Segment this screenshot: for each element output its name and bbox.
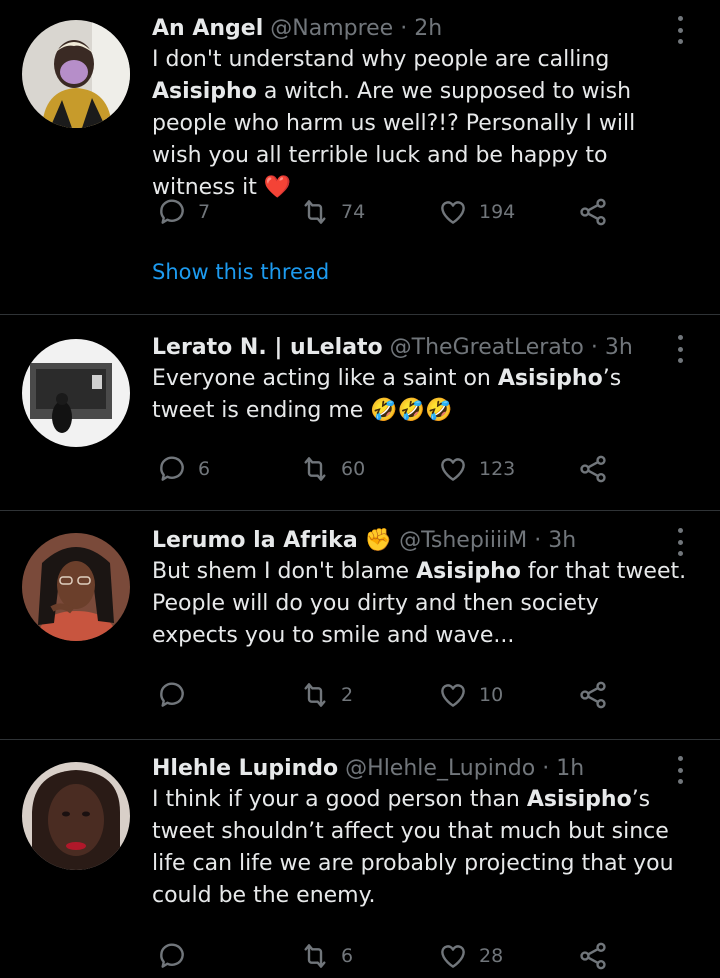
tweet-text: Everyone acting like a saint on Asisipho… (152, 363, 690, 427)
reply-icon (160, 943, 184, 968)
show-thread-link[interactable]: Show this thread (152, 260, 329, 284)
laughing-emoji: 🤣🤣🤣 (370, 398, 453, 423)
heart-icon (441, 684, 465, 707)
separator-dot: · (534, 528, 542, 553)
tweet-actions: 2 10 (152, 677, 622, 713)
timestamp[interactable]: 1h (556, 756, 584, 781)
avatar[interactable] (22, 762, 130, 870)
share-icon (580, 942, 606, 970)
tweet-header: Hlehle Lupindo @Hlehle_Lupindo · 1h (152, 754, 690, 784)
retweet-icon (304, 944, 326, 968)
tweet[interactable]: Hlehle Lupindo @Hlehle_Lupindo · 1h I th… (0, 740, 720, 978)
reply-button[interactable] (156, 677, 198, 713)
tweet-text: But shem I don't blame Asisipho for that… (152, 556, 690, 652)
avatar[interactable] (22, 339, 130, 447)
like-count: 10 (479, 684, 504, 706)
tweet-header: Lerumo la Afrika ✊ @TshepiiiiM · 3h (152, 526, 690, 556)
tweet-text-part: I don't understand why people are callin… (152, 47, 610, 72)
tweet[interactable]: An Angel @Nampree · 2h I don't understan… (0, 0, 720, 315)
separator-dot: · (590, 335, 598, 360)
tweet-actions: 6 60 123 (152, 451, 622, 487)
timestamp[interactable]: 3h (548, 528, 576, 553)
timestamp[interactable]: 3h (605, 335, 633, 360)
heart-icon (441, 945, 465, 968)
retweet-count: 2 (341, 684, 354, 706)
like-button[interactable]: 10 (437, 677, 503, 713)
separator-dot: · (400, 16, 408, 41)
raised-fist-emoji: ✊ (364, 528, 393, 553)
heart-icon (441, 201, 465, 224)
reply-count: 7 (198, 201, 211, 223)
reply-icon (160, 199, 184, 224)
share-button[interactable] (577, 194, 609, 230)
retweet-button[interactable]: 74 (299, 194, 365, 230)
retweet-icon (304, 683, 326, 707)
tweet-text: I think if your a good person than Asisi… (152, 784, 690, 912)
retweet-button[interactable]: 2 (299, 677, 353, 713)
like-count: 123 (479, 458, 516, 480)
like-count: 28 (479, 945, 504, 967)
retweet-count: 60 (341, 458, 366, 480)
more-options-icon[interactable] (670, 756, 690, 784)
more-options-icon[interactable] (670, 528, 690, 556)
retweet-count: 6 (341, 945, 354, 967)
author-handle[interactable]: @Hlehle_Lupindo (345, 756, 535, 781)
like-count: 194 (479, 201, 516, 223)
retweet-count: 74 (341, 201, 366, 223)
highlighted-keyword: Asisipho (526, 787, 632, 812)
tweet-header: An Angel @Nampree · 2h (152, 14, 690, 44)
author-name[interactable]: An Angel (152, 16, 263, 41)
retweet-button[interactable]: 6 (299, 938, 353, 974)
author-handle[interactable]: @TheGreatLerato (390, 335, 584, 360)
tweet[interactable]: Lerumo la Afrika ✊ @TshepiiiiM · 3h But … (0, 511, 720, 740)
author-handle[interactable]: @Nampree (270, 16, 393, 41)
reply-button[interactable] (156, 938, 198, 974)
share-icon (580, 455, 606, 483)
heart-icon (441, 458, 465, 481)
like-button[interactable]: 123 (437, 451, 515, 487)
more-options-icon[interactable] (670, 335, 690, 363)
share-icon (580, 681, 606, 709)
author-name[interactable]: Hlehle Lupindo (152, 756, 338, 781)
reply-button[interactable]: 7 (156, 194, 210, 230)
tweet[interactable]: Lerato N. | uLelato @TheGreatLerato · 3h… (0, 315, 720, 511)
timestamp[interactable]: 2h (414, 16, 442, 41)
share-button[interactable] (577, 677, 609, 713)
avatar[interactable] (22, 20, 130, 128)
share-icon (580, 198, 606, 226)
retweet-icon (304, 457, 326, 481)
highlighted-keyword: Asisipho (416, 559, 521, 584)
separator-dot: · (542, 756, 550, 781)
reply-button[interactable]: 6 (156, 451, 210, 487)
tweet-actions: 6 28 (152, 938, 622, 974)
share-button[interactable] (577, 451, 609, 487)
retweet-button[interactable]: 60 (299, 451, 365, 487)
like-button[interactable]: 194 (437, 194, 515, 230)
reply-icon (160, 456, 184, 481)
tweet-text-part: Everyone acting like a saint on (152, 366, 498, 391)
reply-icon (160, 682, 184, 707)
reply-count: 6 (198, 458, 211, 480)
tweet-text: I don't understand why people are callin… (152, 44, 690, 204)
author-name[interactable]: Lerato N. | uLelato (152, 335, 383, 360)
avatar[interactable] (22, 533, 130, 641)
tweet-text-part: I think if your a good person than (152, 787, 527, 812)
tweet-header: Lerato N. | uLelato @TheGreatLerato · 3h (152, 333, 690, 363)
share-button[interactable] (577, 938, 609, 974)
highlighted-keyword: Asisipho (497, 366, 603, 391)
author-handle[interactable]: @TshepiiiiM (399, 528, 527, 553)
retweet-icon (304, 200, 326, 224)
author-name[interactable]: Lerumo la Afrika (152, 528, 358, 553)
tweet-actions: 7 74 194 (152, 194, 622, 230)
more-options-icon[interactable] (670, 16, 690, 44)
highlighted-keyword: Asisipho (152, 79, 257, 104)
like-button[interactable]: 28 (437, 938, 503, 974)
tweet-text-part: But shem I don't blame (152, 559, 417, 584)
